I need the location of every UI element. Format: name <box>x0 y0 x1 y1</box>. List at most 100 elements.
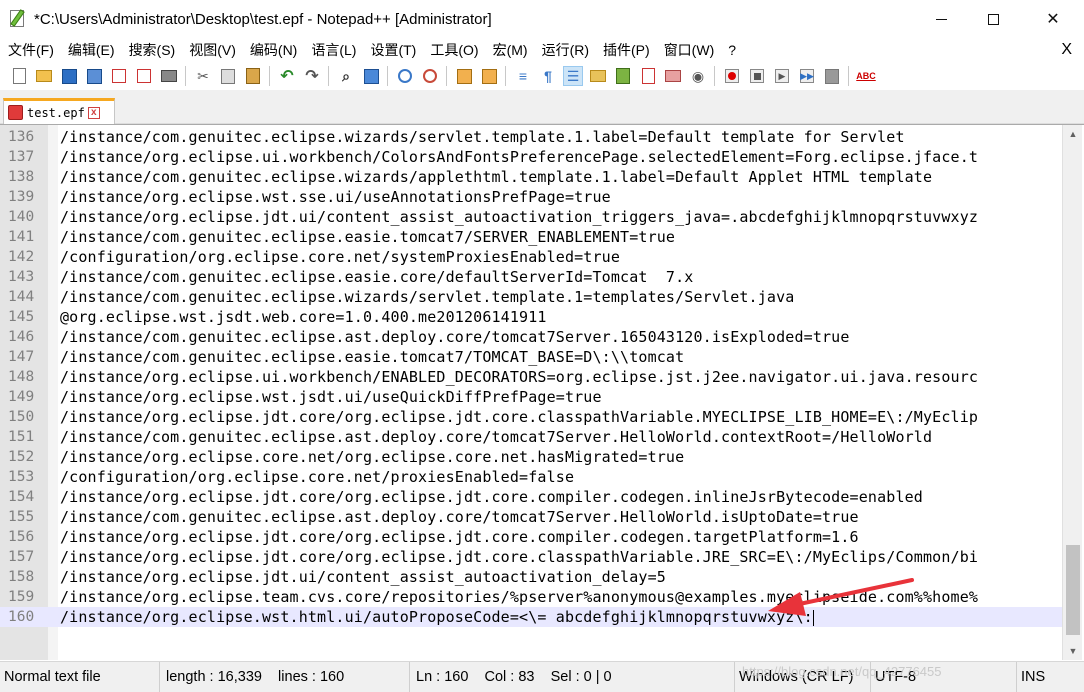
line-text[interactable]: /instance/com.genuitec.eclipse.ast.deplo… <box>60 328 850 346</box>
line-text[interactable]: /instance/com.genuitec.eclipse.easie.tom… <box>60 228 675 246</box>
zoom-out-icon[interactable] <box>420 66 440 86</box>
menu-window[interactable]: 窗口(W) <box>656 38 721 62</box>
close-button[interactable]: ✕ <box>1030 0 1076 38</box>
code-line[interactable]: 137/instance/org.eclipse.ui.workbench/Co… <box>0 147 1062 167</box>
line-text[interactable]: /instance/org.eclipse.ui.workbench/Color… <box>60 148 978 166</box>
line-text[interactable]: /instance/org.eclipse.jdt.core/org.eclip… <box>60 488 923 506</box>
indent-guide-icon[interactable]: ☰ <box>563 66 583 86</box>
status-cursor-position[interactable]: Ln : 160 Col : 83 Sel : 0 | 0 <box>410 661 735 692</box>
code-line[interactable]: 143/instance/com.genuitec.eclipse.easie.… <box>0 267 1062 287</box>
line-text[interactable]: /instance/org.eclipse.jdt.core/org.eclip… <box>60 528 859 546</box>
open-file-icon[interactable] <box>34 66 54 86</box>
line-text[interactable]: /instance/com.genuitec.eclipse.ast.deplo… <box>60 428 932 446</box>
code-line[interactable]: 147/instance/com.genuitec.eclipse.easie.… <box>0 347 1062 367</box>
close-document-button[interactable]: X <box>1061 38 1072 62</box>
run-macro-multiple-icon[interactable]: ▶▶ <box>797 66 817 86</box>
scroll-down-icon[interactable]: ▼ <box>1063 642 1083 660</box>
line-text[interactable]: /instance/com.genuitec.eclipse.wizards/s… <box>60 288 794 306</box>
record-macro-icon[interactable] <box>722 66 742 86</box>
function-list-icon[interactable] <box>638 66 658 86</box>
line-text[interactable]: /instance/org.eclipse.core.net/org.eclip… <box>60 448 684 466</box>
undo-icon[interactable]: ↶ <box>277 66 297 86</box>
line-text[interactable]: /instance/com.genuitec.eclipse.wizards/s… <box>60 128 905 146</box>
line-text[interactable]: /instance/com.genuitec.eclipse.ast.deplo… <box>60 508 859 526</box>
minimize-button[interactable] <box>918 0 964 38</box>
menu-language[interactable]: 语言(L) <box>303 38 362 62</box>
current-line[interactable]: 160/instance/org.eclipse.wst.html.ui/aut… <box>0 607 1062 627</box>
line-text[interactable]: /instance/com.genuitec.eclipse.easie.tom… <box>60 348 684 366</box>
line-text[interactable]: /instance/org.eclipse.team.cvs.core/repo… <box>60 588 978 606</box>
line-text[interactable]: /instance/org.eclipse.wst.sse.ui/useAnno… <box>60 188 611 206</box>
menu-plugins[interactable]: 插件(P) <box>595 38 656 62</box>
line-text[interactable]: /instance/com.genuitec.eclipse.easie.cor… <box>60 268 693 286</box>
menu-settings[interactable]: 设置(T) <box>362 38 422 62</box>
spell-check-icon[interactable]: ABC <box>856 66 876 86</box>
redo-icon[interactable]: ↷ <box>302 66 322 86</box>
save-icon[interactable] <box>59 66 79 86</box>
menu-edit[interactable]: 编辑(E) <box>60 38 121 62</box>
line-text[interactable]: @org.eclipse.wst.jsdt.web.core=1.0.400.m… <box>60 308 547 326</box>
code-line[interactable]: 153/configuration/org.eclipse.core.net/p… <box>0 467 1062 487</box>
editor[interactable]: 136/instance/com.genuitec.eclipse.wizard… <box>0 124 1084 660</box>
vertical-scrollbar[interactable]: ▲ ▼ <box>1062 125 1082 660</box>
code-line[interactable]: 159/instance/org.eclipse.team.cvs.core/r… <box>0 587 1062 607</box>
code-line[interactable]: 150/instance/org.eclipse.jdt.core/org.ec… <box>0 407 1062 427</box>
tab-test-epf[interactable]: test.epf x <box>3 98 115 124</box>
line-text[interactable]: /instance/org.eclipse.jdt.ui/content_ass… <box>60 568 666 586</box>
doc-map-icon[interactable] <box>613 66 633 86</box>
menu-macro[interactable]: 宏(M) <box>485 38 534 62</box>
line-text[interactable]: /instance/org.eclipse.jdt.core/org.eclip… <box>60 408 978 426</box>
status-insert-mode[interactable]: INS <box>1017 662 1084 692</box>
code-line[interactable]: 142/configuration/org.eclipse.core.net/s… <box>0 247 1062 267</box>
stop-record-icon[interactable] <box>747 66 767 86</box>
folder-workspace-icon[interactable] <box>663 66 683 86</box>
code-line[interactable]: 145 @org.eclipse.wst.jsdt.web.core=1.0.40… <box>0 307 1062 327</box>
menu-search[interactable]: 搜索(S) <box>121 38 182 62</box>
code-line[interactable]: 158/instance/org.eclipse.jdt.ui/content_… <box>0 567 1062 587</box>
monitoring-icon[interactable]: ◉ <box>688 66 708 86</box>
maximize-button[interactable] <box>970 0 1016 38</box>
line-text[interactable]: /configuration/org.eclipse.core.net/prox… <box>60 468 574 486</box>
show-all-chars-icon[interactable]: ¶ <box>538 66 558 86</box>
menu-file[interactable]: 文件(F) <box>0 38 60 62</box>
save-all-icon[interactable] <box>84 66 104 86</box>
code-line[interactable]: 152/instance/org.eclipse.core.net/org.ec… <box>0 447 1062 467</box>
close-all-icon[interactable] <box>134 66 154 86</box>
line-text[interactable]: /instance/org.eclipse.wst.jsdt.ui/useQui… <box>60 388 602 406</box>
line-text[interactable]: /instance/org.eclipse.jdt.core/org.eclip… <box>60 548 978 566</box>
code-line[interactable]: 155/instance/com.genuitec.eclipse.ast.de… <box>0 507 1062 527</box>
menu-help[interactable]: ? <box>720 38 742 62</box>
menu-encoding[interactable]: 编码(N) <box>242 38 303 62</box>
tab-close-icon[interactable]: x <box>87 106 100 119</box>
line-text[interactable]: /instance/com.genuitec.eclipse.wizards/a… <box>60 168 932 186</box>
code-line[interactable]: 140/instance/org.eclipse.jdt.ui/content_… <box>0 207 1062 227</box>
copy-icon[interactable] <box>218 66 238 86</box>
save-macro-icon[interactable] <box>822 66 842 86</box>
code-line[interactable]: 157/instance/org.eclipse.jdt.core/org.ec… <box>0 547 1062 567</box>
print-icon[interactable] <box>159 66 179 86</box>
word-wrap-icon[interactable]: ≡ <box>513 66 533 86</box>
menu-tools[interactable]: 工具(O) <box>422 38 484 62</box>
menu-run[interactable]: 运行(R) <box>534 38 595 62</box>
code-line[interactable]: 148/instance/org.eclipse.ui.workbench/EN… <box>0 367 1062 387</box>
playback-macro-icon[interactable]: ▶ <box>772 66 792 86</box>
cut-icon[interactable]: ✂ <box>193 66 213 86</box>
new-file-icon[interactable] <box>9 66 29 86</box>
menu-view[interactable]: 视图(V) <box>181 38 242 62</box>
find-icon[interactable]: ⌕ <box>336 66 356 86</box>
zoom-in-icon[interactable] <box>395 66 415 86</box>
scroll-up-icon[interactable]: ▲ <box>1063 125 1083 143</box>
line-text[interactable]: /instance/org.eclipse.wst.html.ui/autoPr… <box>60 608 814 626</box>
scrollbar-thumb[interactable] <box>1066 545 1080 635</box>
sync-vertical-icon[interactable] <box>454 66 474 86</box>
code-line[interactable]: 136/instance/com.genuitec.eclipse.wizard… <box>0 127 1062 147</box>
user-lang-icon[interactable] <box>588 66 608 86</box>
line-text[interactable]: /instance/org.eclipse.ui.workbench/ENABL… <box>60 368 978 386</box>
code-line[interactable]: 138/instance/com.genuitec.eclipse.wizard… <box>0 167 1062 187</box>
close-icon[interactable] <box>109 66 129 86</box>
code-line[interactable]: 149/instance/org.eclipse.wst.jsdt.ui/use… <box>0 387 1062 407</box>
code-line[interactable]: 144/instance/com.genuitec.eclipse.wizard… <box>0 287 1062 307</box>
code-line[interactable]: 141/instance/com.genuitec.eclipse.easie.… <box>0 227 1062 247</box>
notepadpp-app-icon[interactable] <box>8 9 28 29</box>
code-line[interactable]: 154/instance/org.eclipse.jdt.core/org.ec… <box>0 487 1062 507</box>
